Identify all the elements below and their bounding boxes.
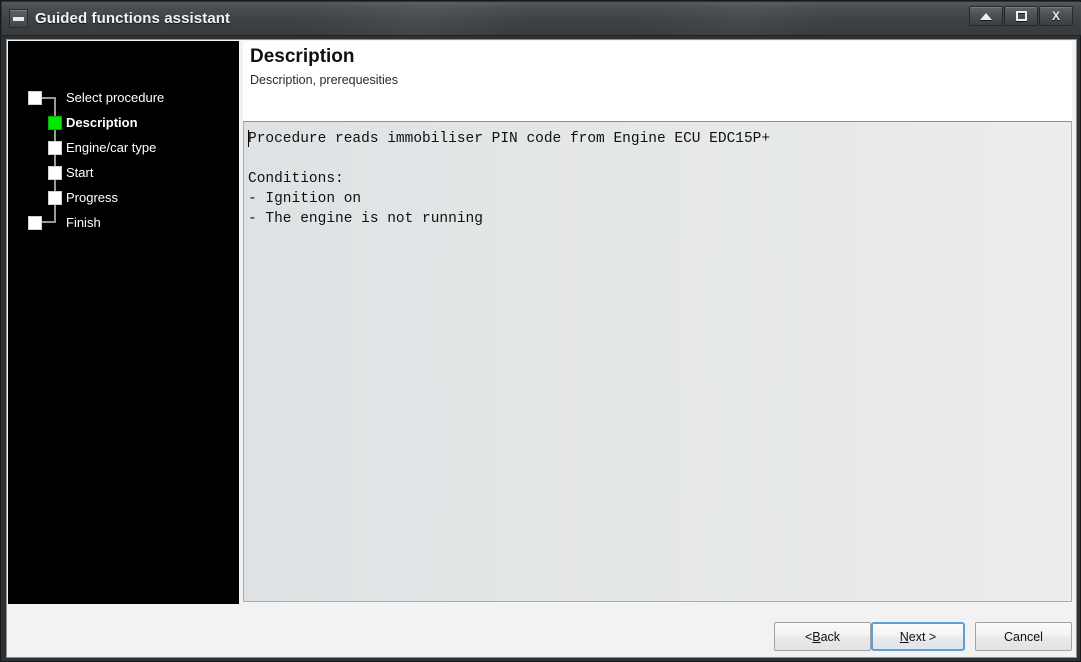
back-button[interactable]: < Back	[774, 622, 871, 651]
wizard-dialog: Select procedure Description Engine/car …	[6, 39, 1077, 658]
close-button[interactable]: X	[1039, 6, 1073, 26]
window-menu-icon[interactable]	[9, 9, 28, 28]
back-button-mnemonic: B	[812, 629, 821, 644]
cancel-button[interactable]: Cancel	[975, 622, 1072, 651]
title-bar[interactable]: Guided functions assistant X	[2, 2, 1081, 36]
tree-connector-bottom-horizontal	[41, 221, 55, 223]
step-marker-progress[interactable]	[48, 191, 62, 205]
back-button-prefix: <	[804, 629, 813, 644]
sidebar-item-engine-car-type[interactable]: Engine/car type	[66, 139, 156, 157]
wizard-content: Description Description, prerequesities …	[239, 41, 1076, 604]
window-title: Guided functions assistant	[35, 10, 231, 27]
description-body-text: Procedure reads immobiliser PIN code fro…	[248, 131, 771, 227]
sidebar-item-select-procedure[interactable]: Select procedure	[66, 89, 164, 107]
next-button-mnemonic: N	[899, 629, 909, 644]
next-button[interactable]: Next >	[871, 622, 965, 651]
page-title: Description	[250, 46, 355, 67]
tree-connector-top-horizontal	[41, 97, 55, 99]
close-icon: X	[1051, 9, 1060, 23]
dialog-button-bar: < Back Next > Cancel	[8, 605, 1076, 657]
wizard-step-navigator: Select procedure Description Engine/car …	[8, 41, 239, 604]
titlebar-sheen-secondary	[629, 2, 885, 35]
sidebar-item-start[interactable]: Start	[66, 164, 93, 182]
sidebar-item-progress[interactable]: Progress	[66, 189, 118, 207]
step-marker-select-procedure[interactable]	[28, 91, 42, 105]
back-button-suffix: ack	[820, 629, 841, 644]
step-marker-finish[interactable]	[28, 216, 42, 230]
sidebar-item-description[interactable]: Description	[66, 114, 138, 132]
page-subtitle: Description, prerequesities	[250, 73, 398, 87]
sidebar-item-finish[interactable]: Finish	[66, 214, 101, 232]
maximize-button[interactable]	[1004, 6, 1038, 26]
step-marker-description[interactable]	[48, 116, 62, 130]
description-text-area[interactable]: Procedure reads immobiliser PIN code fro…	[243, 121, 1072, 602]
triangle-up-icon	[970, 7, 1002, 25]
square-icon	[1005, 7, 1037, 25]
next-button-suffix: ext >	[908, 629, 937, 644]
application-window: Guided functions assistant X Select proc…	[0, 0, 1081, 662]
step-marker-start[interactable]	[48, 166, 62, 180]
minimize-button[interactable]	[969, 6, 1003, 26]
titlebar-sheen	[289, 2, 615, 35]
step-marker-engine-car-type[interactable]	[48, 141, 62, 155]
